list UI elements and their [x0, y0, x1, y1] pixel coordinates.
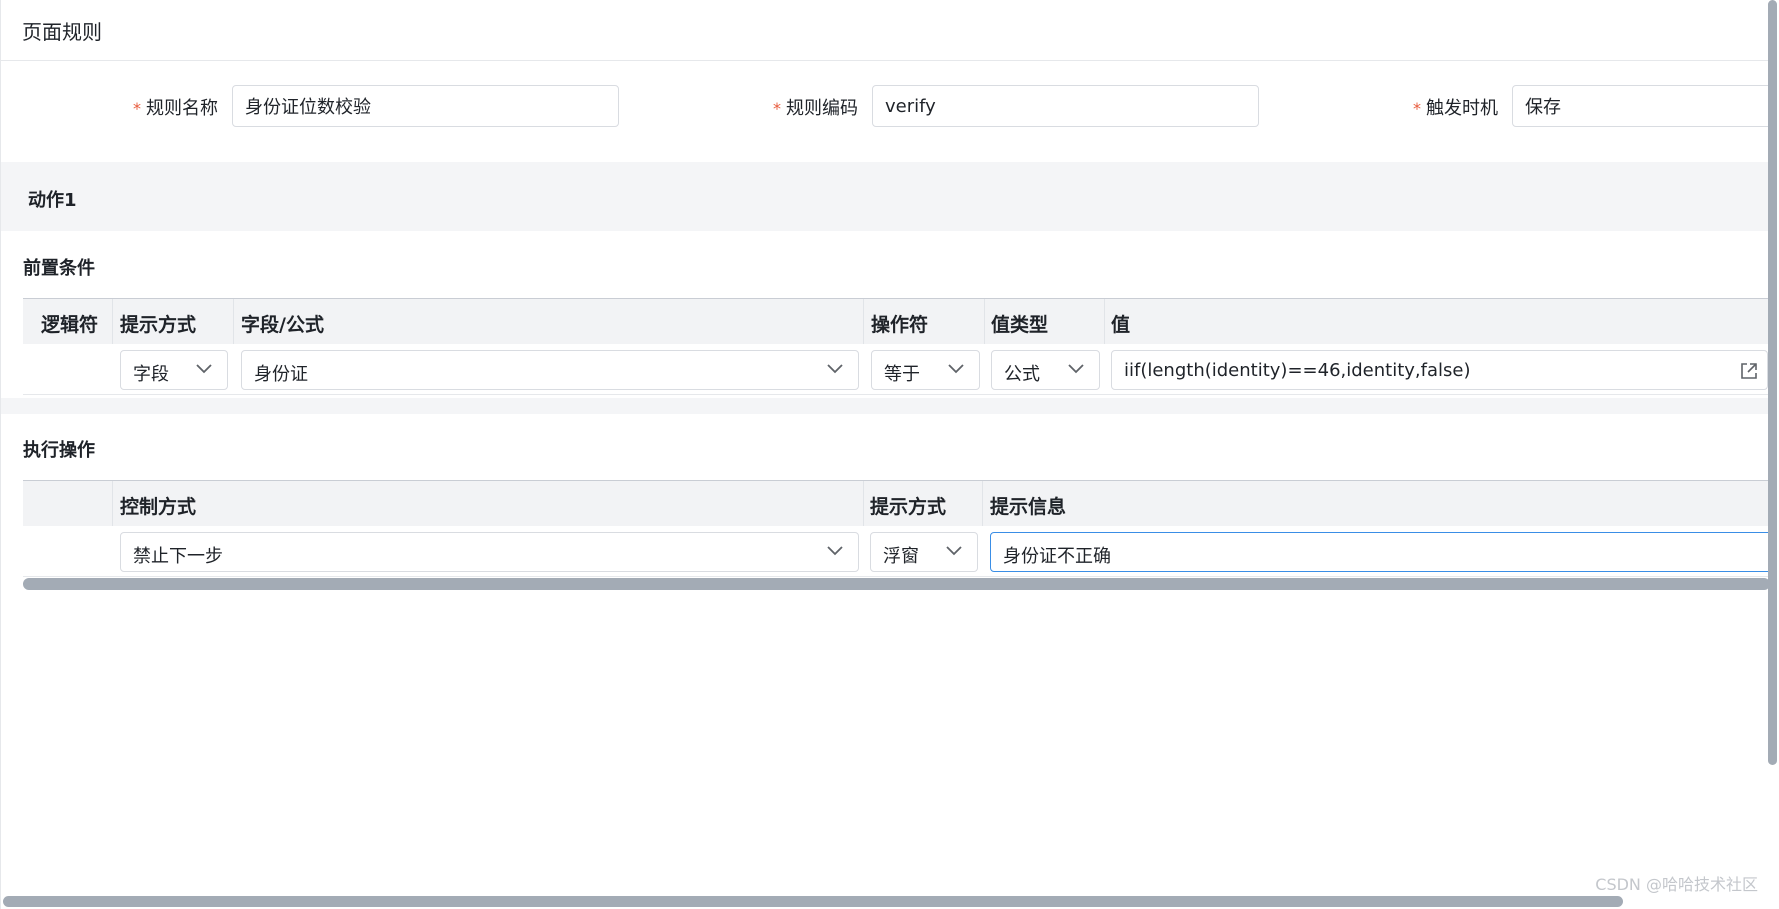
exec-hint-mode-value: 浮窗 [883, 546, 919, 567]
precondition-table: 逻辑符 提示方式 字段/公式 操作符 值类型 值 字段 身份证 等于 公式 ii… [23, 298, 1770, 398]
hint-message-text: 身份证不正确 [1003, 546, 1111, 567]
precondition-table-header: 逻辑符 提示方式 字段/公式 操作符 值类型 值 [23, 298, 1770, 345]
page-horizontal-scrollbar[interactable] [3, 896, 1623, 907]
col-operator: 操作符 [871, 314, 929, 336]
open-editor-icon[interactable] [1739, 361, 1759, 381]
col-control-mode: 控制方式 [120, 496, 197, 518]
required-mark: * [1413, 99, 1421, 118]
formula-value-input[interactable]: iif(length(identity)==46,identity,false) [1111, 350, 1768, 390]
action-title: 动作1 [28, 190, 77, 211]
execution-table: 控制方式 提示方式 提示信息 禁止下一步 浮窗 身份证不正确 [23, 480, 1770, 580]
page-frame: 页面规则 * 规则名称 * 规则编码 * 触发时机 动作1 前置条件 逻辑符 提示方式… [0, 0, 1770, 909]
table-horizontal-scrollbar[interactable] [23, 578, 1770, 590]
field-value: 身份证 [254, 364, 308, 385]
execution-table-header: 控制方式 提示方式 提示信息 [23, 480, 1770, 527]
title-bar: 页面规则 [1, 0, 1770, 61]
value-type-value: 公式 [1004, 364, 1040, 385]
control-mode-select[interactable]: 禁止下一步 [120, 532, 859, 572]
hint-mode-value: 字段 [133, 364, 169, 385]
chevron-down-icon [948, 364, 964, 374]
trigger-input[interactable] [1512, 85, 1770, 127]
chevron-down-icon [1068, 364, 1084, 374]
rule-name-label: * 规则名称 [133, 94, 218, 120]
page-vertical-scrollbar[interactable] [1768, 0, 1777, 765]
chevron-down-icon [827, 546, 843, 556]
rule-name-input[interactable] [232, 85, 619, 127]
hint-mode-select[interactable]: 字段 [120, 350, 228, 390]
exec-hint-mode-select[interactable]: 浮窗 [870, 532, 978, 572]
col-field-formula: 字段/公式 [241, 314, 324, 336]
formula-value-text: iif(length(identity)==46,identity,false) [1124, 360, 1471, 381]
chevron-down-icon [946, 546, 962, 556]
table-row: 禁止下一步 浮窗 身份证不正确 [23, 526, 1770, 577]
col-value-type: 值类型 [991, 314, 1049, 336]
required-mark: * [133, 99, 141, 118]
col-logic: 逻辑符 [41, 314, 99, 336]
action-section-band [1, 162, 1770, 231]
execution-title: 执行操作 [23, 440, 95, 461]
precondition-title: 前置条件 [23, 258, 95, 279]
rule-name-label-text: 规则名称 [146, 98, 218, 119]
col-exec-hint-mode: 提示方式 [870, 496, 947, 518]
operator-value: 等于 [884, 364, 920, 385]
chevron-down-icon [827, 364, 843, 374]
section-gap [1, 398, 1770, 414]
rule-code-label: * 规则编码 [773, 94, 858, 120]
required-mark: * [773, 99, 781, 118]
col-hint-mode: 提示方式 [120, 314, 197, 336]
watermark: CSDN @哈哈技术社区 [1595, 875, 1758, 894]
col-value: 值 [1111, 314, 1131, 336]
value-type-select[interactable]: 公式 [991, 350, 1100, 390]
field-select[interactable]: 身份证 [241, 350, 859, 390]
operator-select[interactable]: 等于 [871, 350, 980, 390]
col-hint-message: 提示信息 [990, 496, 1067, 518]
table-scroll-thumb[interactable] [23, 578, 1770, 590]
rule-code-label-text: 规则编码 [786, 98, 858, 119]
chevron-down-icon [196, 364, 212, 374]
table-row: 字段 身份证 等于 公式 iif(length(identity)==46,id… [23, 344, 1770, 395]
control-mode-value: 禁止下一步 [133, 546, 223, 567]
hint-message-input[interactable]: 身份证不正确 [990, 532, 1770, 572]
trigger-label: * 触发时机 [1413, 94, 1498, 120]
trigger-label-text: 触发时机 [1426, 98, 1498, 119]
page-title: 页面规则 [22, 20, 102, 44]
rule-code-input[interactable] [872, 85, 1259, 127]
